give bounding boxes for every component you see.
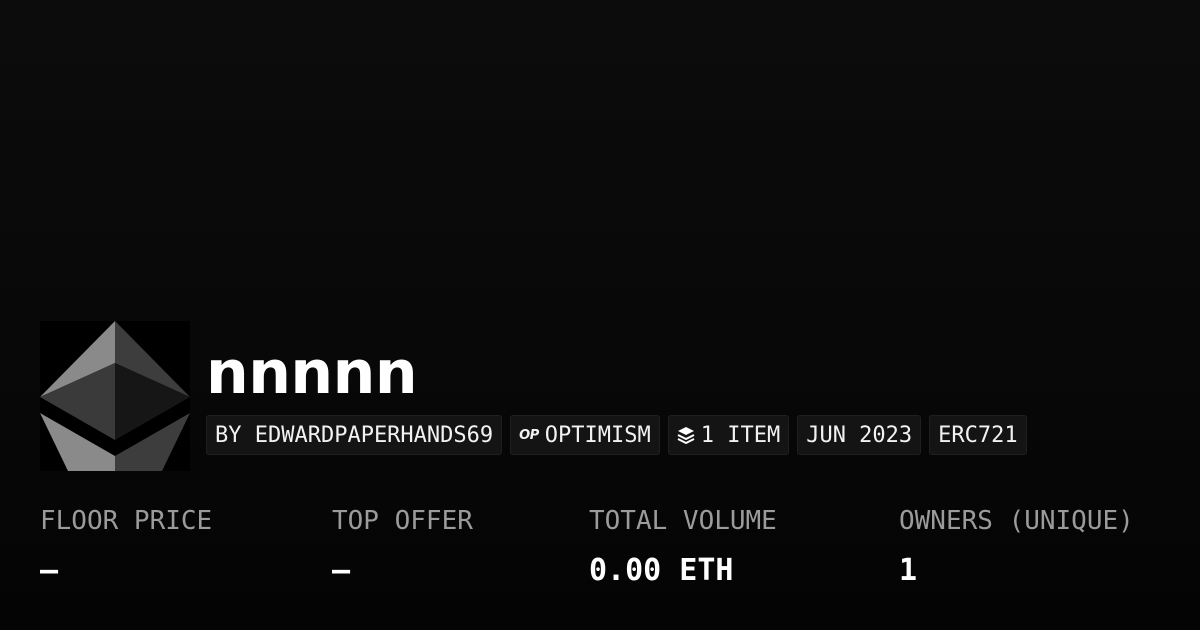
- floor-price-stat: FLOOR PRICE –: [40, 503, 212, 591]
- ethereum-logo-icon: [40, 321, 190, 471]
- date-tag: JUN 2023: [797, 415, 922, 455]
- owners-stat: OWNERS (UNIQUE) 1: [899, 503, 1134, 591]
- creator-label: BY EDWARDPAPERHANDS69: [215, 422, 494, 448]
- optimism-icon: OP: [519, 427, 539, 443]
- top-offer-value: –: [332, 553, 351, 588]
- collection-avatar: [40, 321, 190, 471]
- items-label: 1 ITEM: [700, 422, 781, 448]
- collection-title: nnnnn: [206, 338, 418, 408]
- total-volume-value: 0.00 ETH: [589, 553, 734, 588]
- items-tag: 1 ITEM: [667, 415, 790, 455]
- creator-tag[interactable]: BY EDWARDPAPERHANDS69: [206, 415, 503, 455]
- owners-value: 1: [899, 553, 918, 588]
- floor-price-label: FLOOR PRICE: [40, 506, 213, 536]
- layers-icon: [677, 426, 695, 444]
- date-label: JUN 2023: [806, 422, 913, 448]
- chain-label: OPTIMISM: [544, 422, 651, 448]
- collection-tags: BY EDWARDPAPERHANDS69 OP OPTIMISM 1 ITEM…: [206, 415, 1027, 455]
- floor-price-value: –: [40, 553, 59, 588]
- top-offer-label: TOP OFFER: [332, 506, 473, 536]
- standard-tag: ERC721: [929, 415, 1027, 455]
- top-offer-stat: TOP OFFER –: [332, 503, 473, 591]
- collection-card: nnnnn BY EDWARDPAPERHANDS69 OP OPTIMISM …: [0, 0, 1200, 630]
- owners-label: OWNERS (UNIQUE): [899, 506, 1134, 536]
- chain-tag[interactable]: OP OPTIMISM: [510, 415, 660, 455]
- standard-label: ERC721: [938, 422, 1018, 448]
- total-volume-stat: TOTAL VOLUME 0.00 ETH: [589, 503, 777, 591]
- total-volume-label: TOTAL VOLUME: [589, 506, 777, 536]
